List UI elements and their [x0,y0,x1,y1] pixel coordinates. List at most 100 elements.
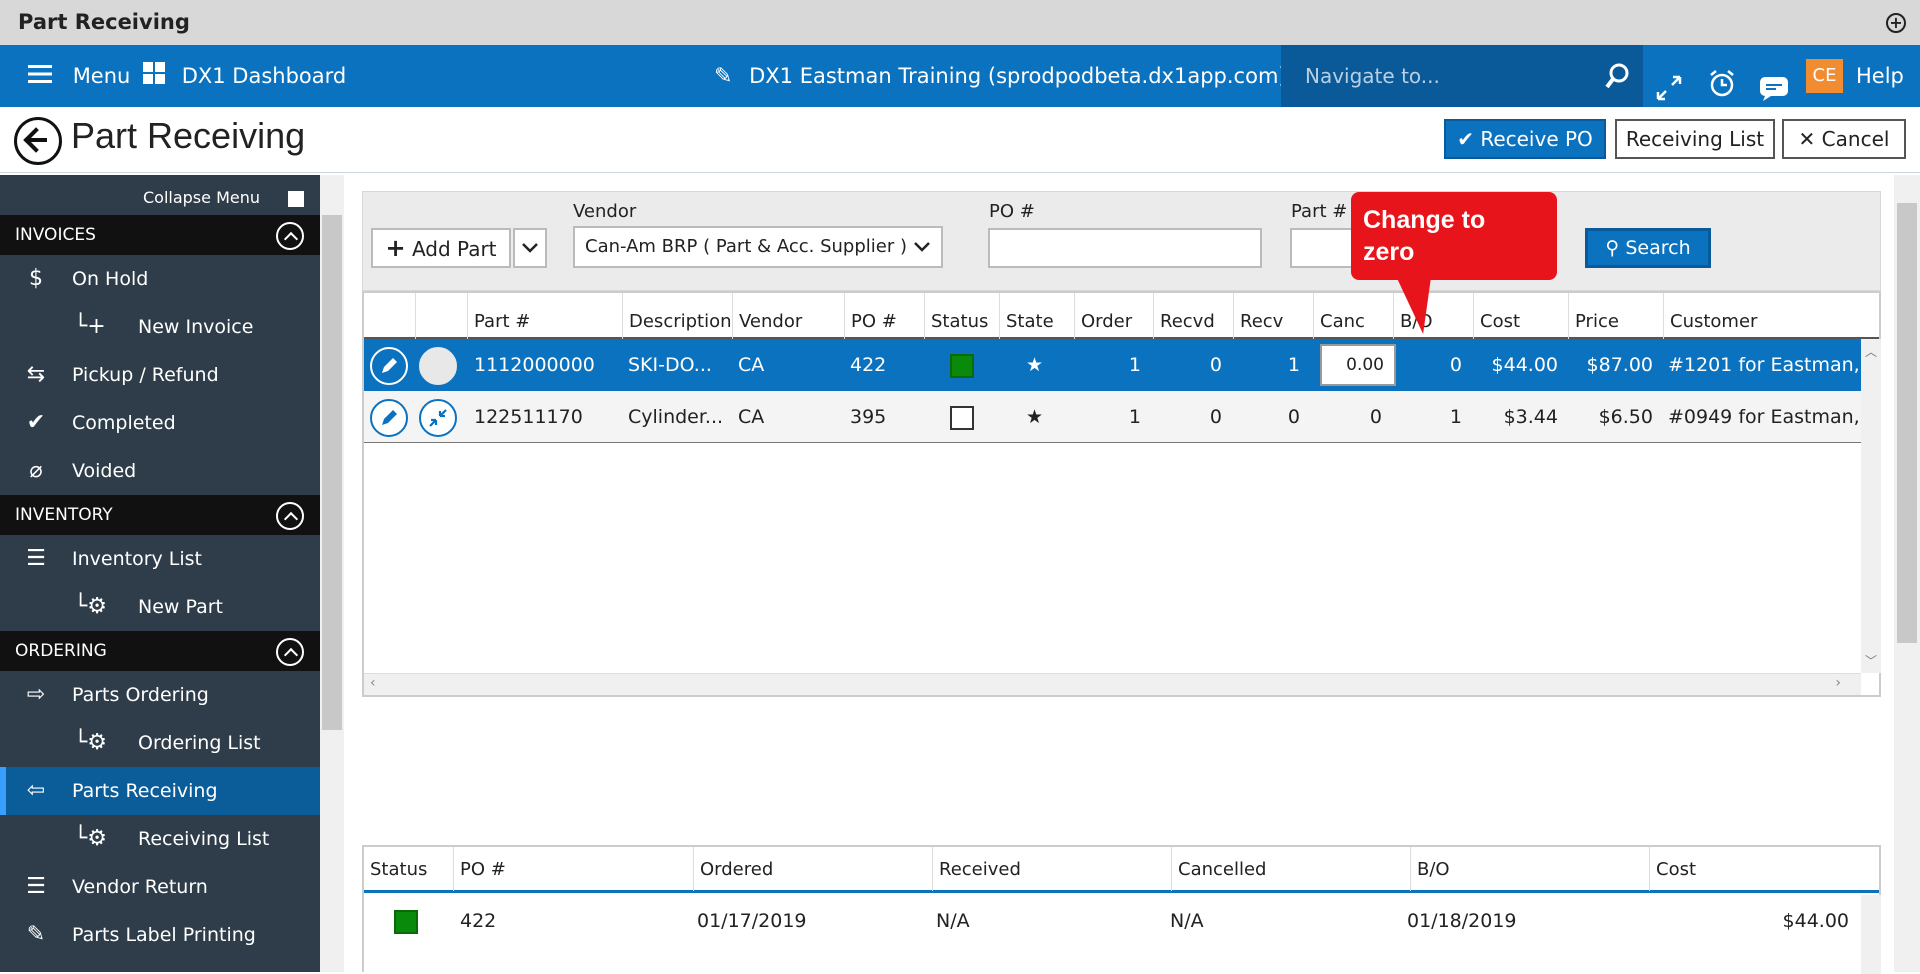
section-invoices[interactable]: INVOICES [0,215,320,255]
col-description[interactable]: Description [623,293,733,339]
edit-icon[interactable] [370,399,408,437]
sidebar-item-label: Parts Ordering [72,684,209,706]
chevron-up-icon[interactable] [276,638,304,666]
vendor-select[interactable]: Can-Am BRP ( Part & Acc. Supplier ) [573,226,943,268]
col-received[interactable]: Received [933,847,1172,891]
receiving-list-button[interactable]: Receiving List [1615,119,1775,159]
sidebar-item-inventory-list[interactable]: ☰ Inventory List [0,535,320,583]
sidebar-item-parts-ordering[interactable]: ⇨ Parts Ordering [0,671,320,719]
status-indicator [950,339,990,391]
filter-bar: + Add Part Vendor Can-Am BRP ( Part & Ac… [362,191,1881,291]
section-title: INVENTORY [15,505,113,525]
scroll-down-icon[interactable]: ﹀ [1865,652,1877,669]
sidebar-item-pickup-refund[interactable]: ⇆ Pickup / Refund [0,351,320,399]
sidebar-item-parts-label-printing[interactable]: ✎ Parts Label Printing [0,911,320,959]
sidebar-item-receiving-list[interactable]: └⚙ Receiving List [0,815,320,863]
section-ordering[interactable]: ORDERING [0,631,320,671]
po-grid-scrollbar[interactable] [1861,895,1881,974]
scroll-right-icon[interactable]: › [1835,675,1841,691]
cell-customer: #0949 for Eastman,... [1668,406,1860,428]
back-arrow-icon[interactable] [14,117,62,165]
col-order[interactable]: Order [1075,293,1154,339]
col-po[interactable]: PO # [845,293,925,339]
col-cost[interactable]: Cost [1650,847,1879,891]
table-row[interactable]: 1112000000 SKI-DO... CA 422 ★ 1 0 1 0.00… [364,339,1861,391]
menu-button[interactable]: Menu [28,45,130,107]
col-po[interactable]: PO # [454,847,694,891]
collapse-arrows-icon[interactable] [419,399,457,437]
sidebar-item-completed[interactable]: ✔ Completed [0,399,320,447]
expand-icon[interactable] [419,347,457,385]
sidebar-item-voided[interactable]: ⌀ Voided [0,447,320,495]
add-part-button[interactable]: + Add Part [371,228,511,268]
cell-po: 395 [850,406,887,428]
col-status[interactable]: Status [364,847,454,891]
cell-bo: 1 [1449,406,1462,428]
table-row[interactable]: 422 01/17/2019 N/A N/A 01/18/2019 $44.00 [364,897,1861,945]
sidebar-item-label: Inventory List [72,548,203,570]
collapse-menu-button[interactable]: Collapse Menu [0,175,320,215]
site-selector[interactable]: ✎ DX1 Eastman Training (sprodpodbeta.dx1… [714,45,1287,107]
col-cancelled[interactable]: Cancelled [1172,847,1411,891]
scrollbar-thumb[interactable] [322,215,342,730]
alarm-clock-icon[interactable] [1708,61,1736,97]
col-vendor[interactable]: Vendor [733,293,845,339]
plus-icon: └+ [74,314,106,339]
close-icon: ✕ [1798,127,1816,151]
col-recvd[interactable]: Recvd [1154,293,1234,339]
label-icon: ✎ [26,922,46,947]
sidebar-item-on-hold[interactable]: $ On Hold [0,255,320,303]
col-customer[interactable]: Customer [1664,293,1879,339]
add-part-dropdown[interactable] [513,228,547,268]
edit-icon[interactable] [370,347,408,385]
user-avatar[interactable]: CE [1806,59,1843,93]
col-ordered[interactable]: Ordered [694,847,933,891]
col-status[interactable]: Status [925,293,1000,339]
fullscreen-icon[interactable] [1656,63,1682,101]
scroll-up-icon[interactable]: ︿ [1865,343,1877,360]
help-link[interactable]: Help [1856,45,1904,107]
sidebar-item-new-invoice[interactable]: └+ New Invoice [0,303,320,351]
sidebar-item-new-part[interactable]: └⚙ New Part [0,583,320,631]
sidebar-item-label: On Hold [72,268,149,290]
col-cost[interactable]: Cost [1474,293,1569,339]
cell-customer: #1201 for Eastman,... [1668,354,1860,376]
col-recv[interactable]: Recv [1234,293,1314,339]
sidebar-item-ordering-list[interactable]: └⚙ Ordering List [0,719,320,767]
col-part[interactable]: Part # [468,293,623,339]
scroll-left-icon[interactable]: ‹ [370,675,376,691]
sidebar-item-vendor-return[interactable]: ☰ Vendor Return [0,863,320,911]
cell-description: Cylinder... [628,406,724,428]
cancel-button[interactable]: ✕ Cancel [1782,119,1906,159]
navigate-search-box[interactable]: Navigate to... [1281,45,1643,107]
col-canc[interactable]: Canc [1314,293,1394,339]
cell-cost: $3.44 [1503,406,1558,428]
receive-po-button[interactable]: ✔ Receive PO [1444,119,1606,159]
chevron-down-icon [914,242,930,252]
dashboard-label: DX1 Dashboard [181,64,347,88]
dashboard-button[interactable]: DX1 Dashboard [143,45,346,107]
scrollbar-thumb[interactable] [1897,203,1917,643]
po-input[interactable] [988,228,1262,268]
grid-horizontal-scrollbar[interactable]: ‹ › [364,673,1861,695]
search-icon[interactable] [1605,63,1629,94]
top-nav-bar: Menu DX1 Dashboard ✎ DX1 Eastman Trainin… [0,45,1920,107]
page-scrollbar[interactable] [1894,175,1920,972]
table-row[interactable]: 122511170 Cylinder... CA 395 ★ 1 0 0 0 1… [364,391,1861,443]
po-label: PO # [989,201,1035,222]
search-button[interactable]: ⚲ Search [1585,228,1711,268]
cell-vendor: CA [738,354,765,376]
col-state[interactable]: State [1000,293,1075,339]
chevron-up-icon[interactable] [276,222,304,250]
grid-vertical-scrollbar[interactable]: ︿ ﹀ [1861,339,1881,673]
navigate-input[interactable]: Navigate to... [1305,45,1440,107]
sidebar-item-parts-receiving[interactable]: ⇦ Parts Receiving [0,767,320,815]
col-bo[interactable]: B/O [1411,847,1650,891]
sidebar-scrollbar[interactable] [320,175,344,972]
chat-icon[interactable] [1759,63,1789,101]
chevron-up-icon[interactable] [276,502,304,530]
col-price[interactable]: Price [1569,293,1664,339]
canc-input[interactable]: 0.00 [1320,344,1396,386]
add-window-icon[interactable]: + [1886,13,1906,33]
section-inventory[interactable]: INVENTORY [0,495,320,535]
